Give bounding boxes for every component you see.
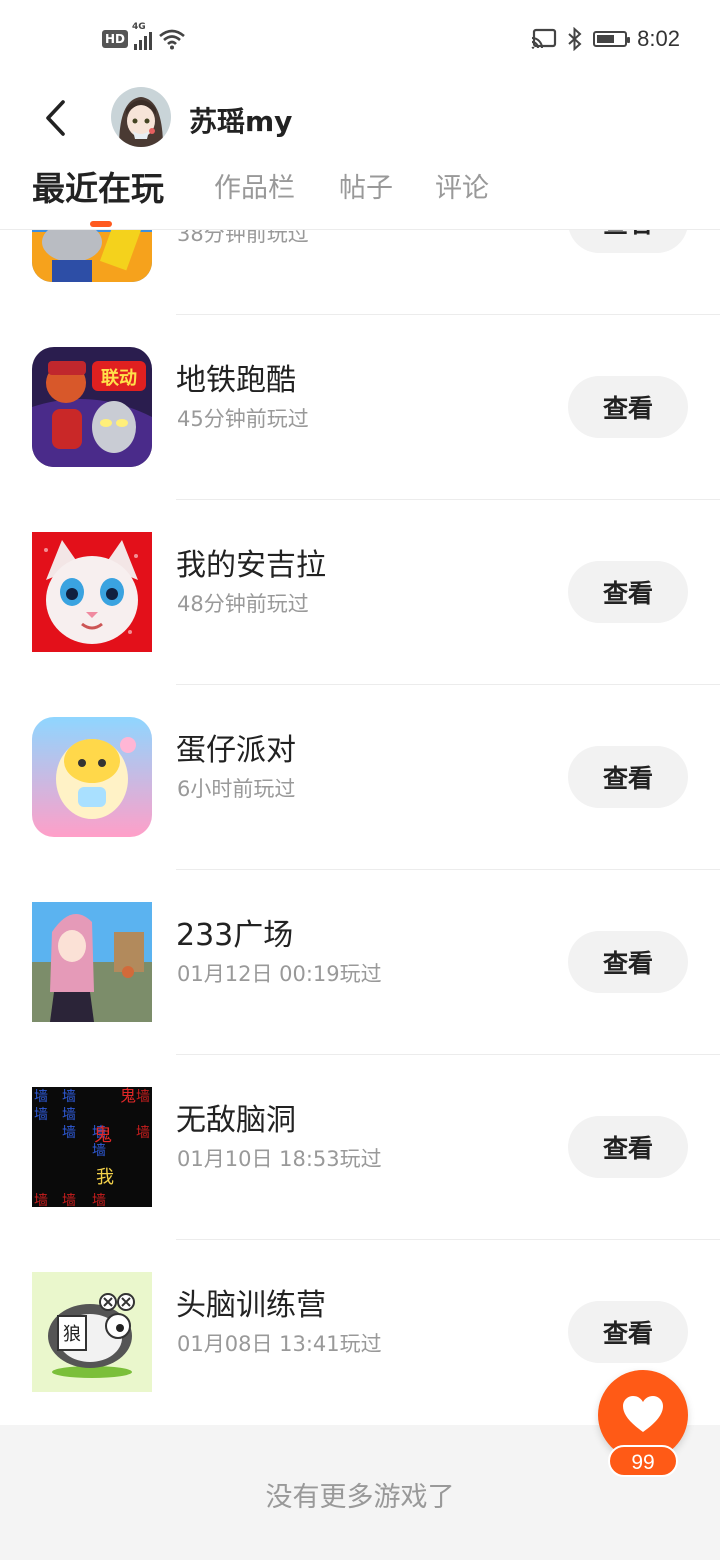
tab-recently-played[interactable]: 最近在玩 [32, 162, 164, 210]
status-left: HD 4G [102, 22, 186, 50]
wall-char: 墙 [62, 1089, 76, 1105]
wall-char: 墙 [136, 1089, 150, 1105]
game-name: 233广场 [176, 918, 294, 953]
last-played-time: 48分钟前玩过 [177, 592, 309, 616]
brain-camp-icon[interactable]: 狼 [32, 1272, 152, 1392]
avatar[interactable] [111, 87, 171, 147]
clock: 8:02 [637, 26, 680, 51]
bluetooth-icon [568, 27, 582, 51]
game-name: 我的安吉拉 [176, 548, 326, 583]
game-name: 蛋仔派对 [176, 733, 296, 768]
brain-hole-icon[interactable]: 墙 墙 墙 墙 墙 墙 墙 墙 墙 墙 墙 墙 鬼 鬼 我 [32, 1087, 152, 1207]
game-name: 头脑训练营 [176, 1288, 326, 1323]
back-arrow-icon[interactable] [36, 98, 76, 138]
status-right: 8:02 [531, 26, 680, 52]
view-button[interactable]: 查看 [568, 1301, 688, 1363]
talking-tom-gold-run-icon[interactable] [32, 230, 152, 282]
wall-char: 墙 [92, 1193, 106, 1207]
last-played-time: 01月08日 13:41玩过 [177, 1332, 382, 1356]
heart-icon [623, 1396, 663, 1432]
status-bar: HD 4G 8:02 [0, 0, 720, 84]
view-button[interactable]: 查看 [568, 1116, 688, 1178]
wifi-icon [159, 29, 185, 50]
wall-char: 墙 [34, 1107, 48, 1123]
recent-games-list[interactable]: 38分钟前玩过 查看 联动 地铁跑酷 45分钟前玩过 查看 [0, 230, 720, 1425]
subway-surfers-icon[interactable]: 联动 [32, 347, 152, 467]
like-count-badge: 99 [608, 1445, 678, 1477]
list-item[interactable]: 我的安吉拉 48分钟前玩过 查看 [0, 500, 720, 685]
plaza-233-icon[interactable] [32, 902, 152, 1022]
wall-char: 墙 [62, 1193, 76, 1207]
list-item[interactable]: 蛋仔派对 6小时前玩过 查看 [0, 685, 720, 870]
no-more-games-text: 没有更多游戏了 [265, 1482, 455, 1513]
ghost-char: 鬼 [94, 1125, 112, 1146]
eggy-party-icon[interactable] [32, 717, 152, 837]
wall-char: 墙 [62, 1107, 76, 1123]
list-item[interactable]: 联动 地铁跑酷 45分钟前玩过 查看 [0, 315, 720, 500]
cast-icon [531, 28, 557, 49]
username: 苏瑶my [189, 105, 293, 138]
ghost-char: 鬼 [120, 1087, 136, 1105]
wolf-card-char: 狼 [63, 1324, 81, 1345]
wall-char: 墙 [34, 1089, 48, 1105]
hd-icon: HD [102, 30, 129, 48]
game-name: 无敌脑洞 [176, 1103, 296, 1138]
battery-icon [593, 31, 631, 47]
my-talking-angela-icon[interactable] [32, 532, 152, 652]
last-played-time: 01月12日 00:19玩过 [177, 962, 382, 986]
profile-header: 苏瑶my [0, 84, 720, 154]
view-button[interactable]: 查看 [568, 931, 688, 993]
last-played-time: 01月10日 18:53玩过 [177, 1147, 382, 1171]
wall-char: 墙 [136, 1125, 150, 1141]
me-char: 我 [96, 1167, 114, 1188]
last-played-time: 38分钟前玩过 [177, 230, 309, 246]
view-button[interactable]: 查看 [568, 230, 688, 253]
collab-badge-text: 联动 [101, 368, 137, 389]
wall-char: 墙 [34, 1193, 48, 1207]
wall-char: 墙 [62, 1125, 76, 1141]
active-tab-indicator [90, 221, 112, 227]
view-button[interactable]: 查看 [568, 746, 688, 808]
last-played-time: 45分钟前玩过 [177, 407, 309, 431]
view-button[interactable]: 查看 [568, 561, 688, 623]
last-played-time: 6小时前玩过 [177, 777, 296, 801]
list-item[interactable]: 38分钟前玩过 查看 [0, 230, 720, 315]
profile-tabs: 最近在玩 作品栏 帖子 评论 [0, 160, 720, 230]
tab-posts[interactable]: 帖子 [339, 166, 393, 205]
network-type-label: 4G [132, 22, 146, 32]
tab-comments[interactable]: 评论 [435, 166, 489, 205]
game-name: 地铁跑酷 [176, 363, 296, 398]
list-item[interactable]: 墙 墙 墙 墙 墙 墙 墙 墙 墙 墙 墙 墙 鬼 鬼 我 无敌脑洞 01月10… [0, 1055, 720, 1240]
tab-works[interactable]: 作品栏 [214, 166, 295, 205]
list-item[interactable]: 233广场 01月12日 00:19玩过 查看 [0, 870, 720, 1055]
signal-icon: 4G [132, 22, 153, 50]
view-button[interactable]: 查看 [568, 376, 688, 438]
